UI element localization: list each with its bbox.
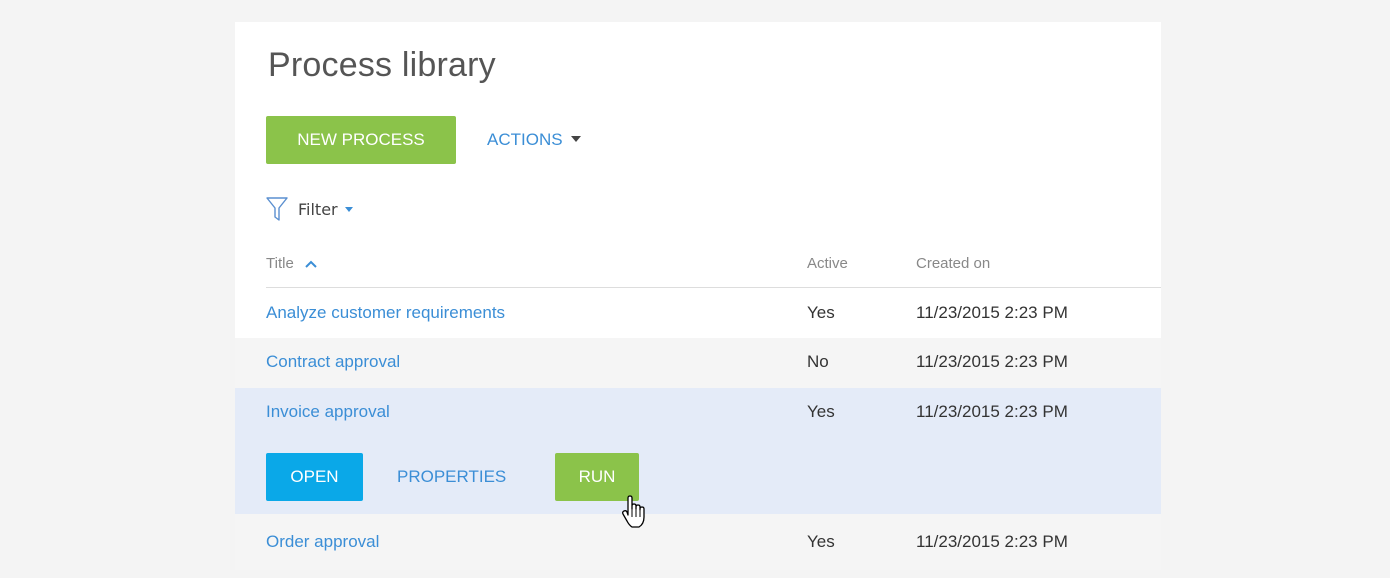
row-active-value: Yes xyxy=(807,303,835,322)
column-header-title-label: Title xyxy=(266,255,294,272)
hand-pointer-icon xyxy=(622,495,645,528)
header-divider xyxy=(266,287,1161,288)
open-button[interactable]: OPEN xyxy=(266,453,363,501)
page-title: Process library xyxy=(268,46,496,84)
row-title-link[interactable]: Invoice approval xyxy=(266,402,390,422)
chevron-up-icon xyxy=(305,260,317,268)
actions-label: ACTIONS xyxy=(487,130,563,149)
row-created-on-value: 11/23/2015 2:23 PM xyxy=(916,352,1068,371)
column-header-created-on[interactable]: Created on xyxy=(916,255,990,272)
table-row-selected[interactable]: Invoice approval Yes 11/23/2015 2:23 PM … xyxy=(235,388,1161,514)
row-created-on-value: 11/23/2015 2:23 PM xyxy=(916,303,1068,322)
table-row[interactable]: Analyze customer requirements Yes 11/23/… xyxy=(235,290,1161,338)
run-button[interactable]: RUN xyxy=(555,453,639,501)
row-title-link[interactable]: Analyze customer requirements xyxy=(266,303,505,323)
properties-button[interactable]: PROPERTIES xyxy=(397,453,506,501)
new-process-button[interactable]: NEW PROCESS xyxy=(266,116,456,164)
row-created-on-value: 11/23/2015 2:23 PM xyxy=(916,402,1068,421)
row-title-link[interactable]: Contract approval xyxy=(266,352,400,372)
filter-button[interactable]: Filter xyxy=(266,194,353,224)
process-library-panel: Process library NEW PROCESS ACTIONS Filt… xyxy=(235,22,1161,570)
actions-dropdown-button[interactable]: ACTIONS xyxy=(487,116,581,164)
column-header-title[interactable]: Title xyxy=(266,255,318,272)
table-row[interactable]: Contract approval No 11/23/2015 2:23 PM xyxy=(235,338,1161,388)
row-active-value: Yes xyxy=(807,532,835,551)
caret-down-icon xyxy=(570,135,581,142)
row-title-link[interactable]: Order approval xyxy=(266,532,379,552)
row-active-value: No xyxy=(807,352,829,371)
row-created-on-value: 11/23/2015 2:23 PM xyxy=(916,532,1068,551)
row-active-value: Yes xyxy=(807,402,835,421)
filter-label: Filter xyxy=(298,199,338,219)
filter-funnel-icon xyxy=(266,197,288,221)
table-row[interactable]: Order approval Yes 11/23/2015 2:23 PM xyxy=(235,514,1161,570)
caret-down-icon xyxy=(344,206,353,212)
column-header-active[interactable]: Active xyxy=(807,255,848,272)
